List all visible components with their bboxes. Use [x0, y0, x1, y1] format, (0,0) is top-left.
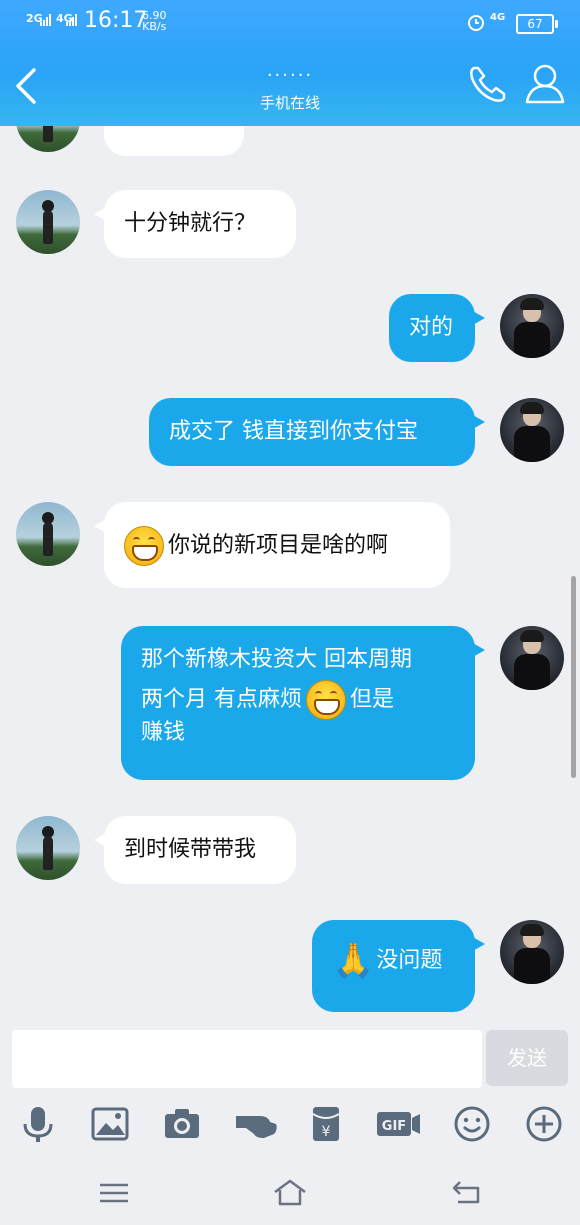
send-button[interactable]: 发送: [486, 1030, 568, 1086]
status-bar: 2G 4G 16:17 6.90 KB/s 4G 67: [0, 8, 580, 40]
grin-emoji-icon: [306, 680, 346, 720]
network-right-label: 4G: [490, 12, 506, 23]
back-icon[interactable]: [448, 1176, 484, 1210]
red-packet-icon[interactable]: ¥: [306, 1104, 346, 1144]
clock: 16:17: [84, 8, 148, 33]
composer: 发送: [0, 1030, 580, 1090]
message-bubble-cropped[interactable]: [104, 126, 244, 156]
my-avatar[interactable]: [500, 626, 564, 690]
chat-header: 2G 4G 16:17 6.90 KB/s 4G 67 ...... 手机在线: [0, 0, 580, 126]
signal-icon: [40, 14, 51, 26]
gif-icon[interactable]: GIF: [376, 1104, 422, 1144]
message-bubble-outgoing[interactable]: 🙏没问题: [312, 920, 485, 1012]
home-icon[interactable]: [272, 1176, 308, 1210]
message-text: 对的: [409, 315, 454, 340]
microphone-icon[interactable]: [18, 1104, 58, 1144]
smiley-icon[interactable]: [452, 1104, 492, 1144]
message-list[interactable]: 十分钟就行？ 对的 成交了 钱直接到你支付宝 你说的新项目是啥的啊 那个新橡木投…: [0, 126, 580, 1030]
message-text: 你说的新项目是啥的啊: [168, 533, 389, 558]
contact-avatar[interactable]: [16, 502, 80, 566]
scrollbar[interactable]: [571, 576, 576, 778]
signal-icon-2: [66, 14, 77, 26]
menu-icon[interactable]: [96, 1176, 132, 1210]
phone-call-icon[interactable]: [466, 64, 508, 106]
message-bubble-outgoing[interactable]: 成交了 钱直接到你支付宝: [149, 398, 485, 466]
message-text-line2b: 但是: [350, 687, 395, 712]
message-text-line2a: 两个月 有点麻烦: [141, 687, 302, 712]
contact-avatar[interactable]: [16, 190, 80, 254]
message-text: 成交了 钱直接到你支付宝: [169, 419, 418, 444]
svg-text:GIF: GIF: [382, 1119, 406, 1134]
message-bubble-outgoing[interactable]: 对的: [389, 294, 485, 362]
net-speed: 6.90 KB/s: [142, 10, 167, 32]
alarm-icon: [468, 15, 484, 31]
system-nav-bar: [0, 1160, 580, 1225]
message-bubble-incoming[interactable]: 你说的新项目是啥的啊: [94, 502, 450, 588]
battery-level: 67: [527, 17, 543, 31]
composer-toolbar: ¥ GIF: [0, 1094, 580, 1160]
message-text-line3: 赚钱: [141, 720, 186, 745]
message-bubble-incoming[interactable]: 到时候带带我: [94, 816, 296, 884]
my-avatar[interactable]: [500, 398, 564, 462]
hand-icon[interactable]: [234, 1104, 278, 1144]
contact-avatar[interactable]: [16, 126, 80, 152]
message-text: 没问题: [376, 948, 443, 973]
message-text-line2: 两个月 有点麻烦 但是: [141, 680, 455, 720]
plus-icon[interactable]: [524, 1104, 564, 1144]
image-icon[interactable]: [90, 1104, 130, 1144]
svg-text:¥: ¥: [322, 1124, 331, 1140]
message-input[interactable]: [12, 1030, 482, 1088]
camera-icon[interactable]: [162, 1104, 202, 1144]
message-text: 十分钟就行？: [124, 211, 257, 236]
my-avatar[interactable]: [500, 920, 564, 984]
message-text-line1: 那个新橡木投资大 回本周期: [141, 647, 412, 672]
grin-emoji-icon: [124, 526, 164, 566]
message-bubble-incoming[interactable]: 十分钟就行？: [94, 190, 296, 258]
my-avatar[interactable]: [500, 294, 564, 358]
speed-unit: KB/s: [142, 20, 167, 33]
battery-indicator: 67: [516, 14, 558, 34]
message-bubble-outgoing[interactable]: 那个新橡木投资大 回本周期 两个月 有点麻烦 但是 赚钱: [121, 626, 485, 780]
profile-icon[interactable]: [524, 62, 566, 106]
message-text: 到时候带带我: [124, 837, 257, 862]
contact-avatar[interactable]: [16, 816, 80, 880]
pray-hands-icon: 🙏: [332, 941, 375, 981]
